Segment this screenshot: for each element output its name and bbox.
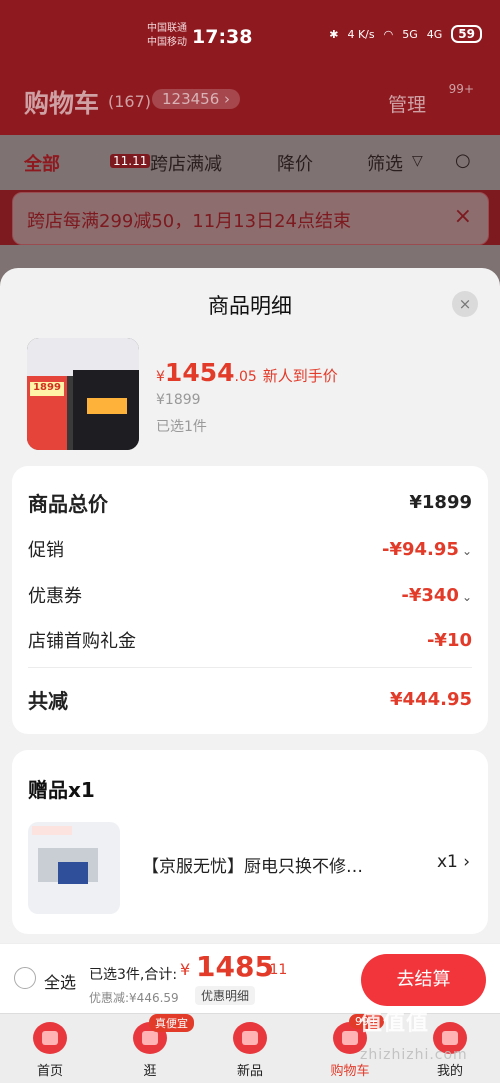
gift-cash-row: 店铺首购礼金 -¥10	[28, 627, 472, 653]
total-currency: ¥	[180, 960, 191, 979]
carrier-2: 中国移动	[147, 37, 187, 48]
checkout-button[interactable]: 去结算	[361, 954, 486, 1006]
coupon-value: -¥340 ⌄	[401, 585, 472, 606]
cart-count: (167)	[108, 92, 152, 111]
tab-label: 首页	[36, 1064, 63, 1079]
tab-label: 新品	[236, 1064, 263, 1079]
tab-new[interactable]: 新品	[215, 1022, 285, 1079]
double11-badge-icon: 11.11	[110, 154, 151, 168]
coupon-amount: -¥340	[401, 584, 459, 606]
price-currency: ¥	[156, 369, 165, 385]
gift-card: 赠品x1 【京服无忧】厨电只换不修… x1 ›	[12, 750, 488, 934]
promotion-row[interactable]: 促销 -¥94.95 ⌄	[28, 536, 472, 562]
chevron-down-icon: ⌄	[461, 589, 472, 604]
watermark-logo: 值值值	[360, 1011, 430, 1036]
gift-image[interactable]	[28, 822, 120, 914]
coupon-label: 优惠券	[28, 586, 82, 607]
gift-quantity[interactable]: x1 ›	[437, 852, 470, 872]
watermark-url: zhizhizhi.com	[360, 1047, 468, 1063]
tab-label: 逛	[143, 1064, 157, 1079]
gift-title: 赠品x1	[28, 778, 95, 802]
tab-filter[interactable]: 筛选	[367, 150, 403, 176]
filter-icon: ▽	[412, 153, 423, 169]
chevron-down-icon: ⌄	[461, 543, 472, 558]
total-price-value: ¥1899	[409, 492, 472, 513]
wifi-icon: ◠	[383, 27, 394, 41]
total-reduction-row: 共减 ¥444.95	[28, 685, 472, 714]
signal-4g: 4G	[426, 27, 443, 41]
promotion-value: -¥94.95 ⌄	[382, 539, 472, 560]
price-integer: 1454	[164, 358, 235, 387]
original-price: ¥1899	[156, 392, 201, 408]
cart-title: 购物车	[24, 89, 100, 118]
promo-notice-text: 跨店每满299减50，11月13日24点结束	[27, 211, 351, 232]
total-price-label: 商品总价	[28, 492, 108, 516]
signal-5g: 5G	[402, 27, 418, 41]
tab-cross-store[interactable]: 跨店满减	[150, 150, 222, 176]
promotion-amount: -¥94.95	[382, 538, 459, 560]
gift-cash-value: -¥10	[426, 629, 472, 651]
close-icon[interactable]: ×	[454, 204, 472, 229]
home-icon	[33, 1022, 67, 1054]
search-icon[interactable]: ○	[455, 150, 471, 171]
product-image-panel	[87, 398, 127, 414]
total-reduction-value: ¥444.95	[390, 689, 472, 710]
gift-name[interactable]: 【京服无忧】厨电只换不修…	[142, 852, 363, 877]
new-items-icon	[233, 1022, 267, 1054]
total-amount: 1485	[196, 950, 274, 983]
watermark: 值值值 zhizhizhi.com	[360, 1005, 467, 1063]
selection-summary: 已选3件,合计:	[89, 967, 178, 983]
tab-home[interactable]: 首页	[15, 1022, 85, 1079]
price-breakdown-card: 商品总价 ¥1899 促销 -¥94.95 ⌄ 优惠券 -¥340 ⌄ 店铺首购礼金…	[12, 466, 488, 734]
cart-header: 购物车 (167) 123456 › 管理 99+	[0, 78, 500, 128]
coupon-row[interactable]: 优惠券 -¥340 ⌄	[28, 582, 472, 608]
tab-price-drop[interactable]: 降价	[277, 150, 313, 176]
status-bar: 中国联通 中国移动 17:38 ✱ 4 K/s ◠ 5G 4G 59	[0, 0, 500, 75]
status-time: 17:38	[192, 26, 253, 48]
select-all-checkbox[interactable]	[14, 967, 36, 989]
battery-indicator: 59	[451, 25, 482, 43]
product-price: ¥1454.05 新人到手价	[156, 358, 338, 387]
cart-id-pill[interactable]: 123456 ›	[152, 89, 241, 109]
total-price-row: 商品总价 ¥1899	[28, 488, 472, 517]
promotion-label: 促销	[28, 540, 64, 561]
price-note: 新人到手价	[262, 367, 338, 385]
manage-button[interactable]: 管理	[388, 90, 426, 117]
carrier-1: 中国联通	[147, 23, 187, 34]
total-decimal: .11	[265, 962, 288, 978]
bluetooth-icon: ✱	[329, 27, 339, 41]
gift-cash-label: 店铺首购礼金	[28, 631, 136, 652]
cart-filter-tabs: 全部 11.11 跨店满减 降价 筛选 ▽ ○	[0, 135, 500, 190]
discount-detail-button[interactable]: 优惠明细	[195, 986, 256, 1005]
sheet-title: 商品明细	[208, 294, 292, 318]
network-speed: 4 K/s	[347, 27, 375, 41]
tab-badge: 真便宜	[149, 1014, 194, 1032]
price-decimal: .05	[234, 369, 257, 385]
more-badge[interactable]: 99+	[449, 82, 474, 96]
gift-image-part	[58, 862, 88, 884]
discount-total: 优惠减:¥446.59	[89, 991, 179, 1005]
tab-explore[interactable]: 真便宜 逛	[115, 1014, 194, 1079]
product-image[interactable]: 1899	[27, 338, 139, 450]
select-all-label[interactable]: 全选	[44, 969, 76, 993]
divider	[28, 667, 472, 668]
checkout-bar: 全选 已选3件,合计: ¥ 1485 .11 优惠减:¥446.59 优惠明细 …	[0, 943, 500, 1013]
tab-all[interactable]: 全部	[24, 150, 60, 176]
close-button[interactable]: ×	[452, 291, 478, 317]
selected-count: 已选1件	[156, 419, 207, 435]
status-icons: ✱ 4 K/s ◠ 5G 4G 59	[329, 25, 482, 43]
total-reduction-label: 共减	[28, 689, 68, 713]
gift-image-part	[32, 826, 72, 835]
carrier-names: 中国联通 中国移动	[147, 22, 187, 50]
promo-notice: 跨店每满299减50，11月13日24点结束 ×	[12, 192, 489, 245]
product-image-price: 1899	[30, 382, 64, 396]
